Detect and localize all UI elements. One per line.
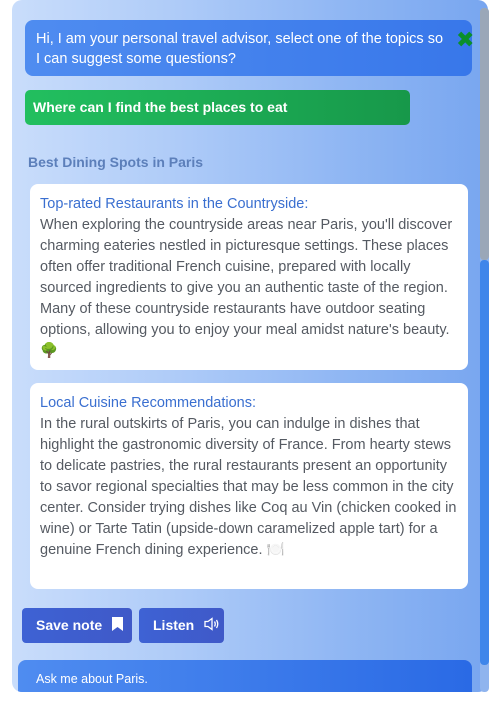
save-note-button[interactable]: Save note: [22, 608, 132, 643]
listen-label: Listen: [153, 617, 195, 633]
advisor-greeting-bubble: Hi, I am your personal travel advisor, s…: [25, 20, 472, 76]
scrollbar-upper-track: [480, 8, 489, 260]
card-body: When exploring the countryside areas nea…: [40, 217, 453, 359]
response-section-title: Best Dining Spots in Paris: [28, 154, 204, 170]
scrollbar-thumb[interactable]: [480, 260, 489, 665]
bookmark-icon: [112, 609, 124, 644]
card-title: Local Cuisine Recommendations:: [40, 395, 256, 411]
question-label: Where can I find the best places to eat: [33, 99, 288, 115]
info-card: Local Cuisine Recommendations: In the ru…: [30, 383, 468, 589]
card-body: In the rural outskirts of Paris, you can…: [40, 416, 457, 558]
listen-button[interactable]: Listen: [139, 608, 224, 643]
close-icon[interactable]: ✖: [456, 30, 478, 52]
save-note-label: Save note: [36, 617, 103, 633]
ask-placeholder: Ask me about Paris.: [36, 672, 148, 686]
suggested-question-button[interactable]: Where can I find the best places to eat: [25, 90, 410, 125]
card-title: Top-rated Restaurants in the Countryside…: [40, 196, 309, 212]
greeting-text: Hi, I am your personal travel advisor, s…: [36, 31, 444, 67]
ask-input-field[interactable]: Ask me about Paris.: [18, 660, 472, 692]
speaker-icon: [204, 609, 220, 644]
info-card: Top-rated Restaurants in the Countryside…: [30, 184, 468, 370]
chat-panel: Hi, I am your personal travel advisor, s…: [12, 0, 488, 692]
